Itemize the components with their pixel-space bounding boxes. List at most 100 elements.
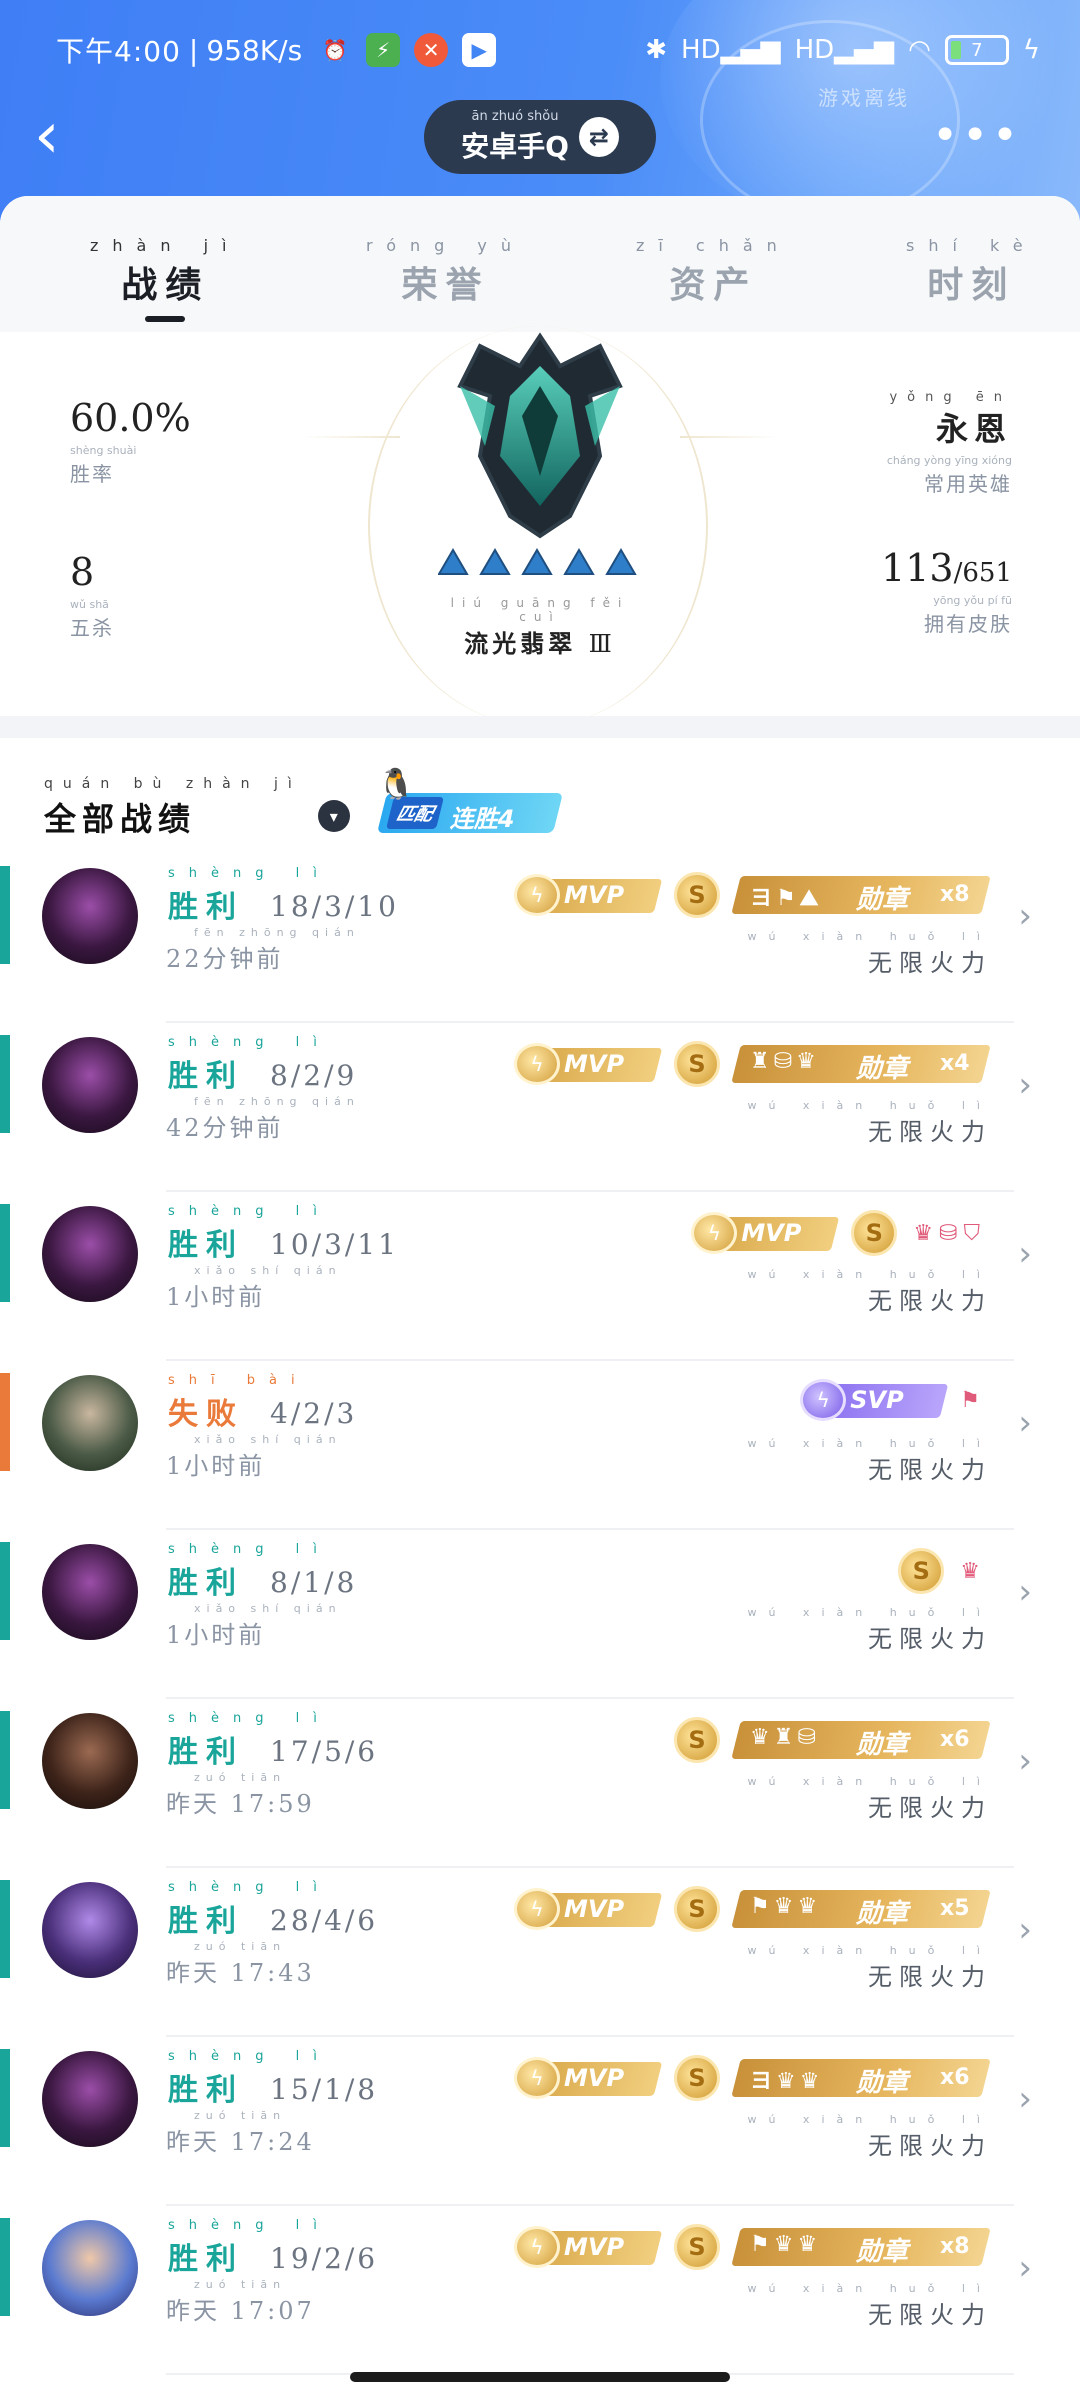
mvp-badge: ϟ MVP xyxy=(514,1888,663,1930)
s-grade-badge: S xyxy=(674,2224,720,2270)
kda: 19/2/6 xyxy=(270,2242,379,2275)
mvp-badge: ϟ MVP xyxy=(514,874,663,916)
match-row[interactable]: shèng lì 胜利 15/1/8 zuó tiān 昨天 17:24 ϟ MV… xyxy=(0,2043,1080,2211)
offline-watermark: 游戏离线 xyxy=(818,86,910,110)
match-row[interactable]: shèng lì 胜利 10/3/11 xiǎo shí qián 1小时前 ϟ… xyxy=(0,1198,1080,1366)
win-streak-badge: 匹配 连胜4 🐧 xyxy=(376,767,563,839)
medal-badge: ヨ♛♛ 勋章 x6 xyxy=(731,2059,991,2098)
tab-records[interactable]: zhàn jì 战绩 xyxy=(90,236,240,322)
chevron-right-icon[interactable]: › xyxy=(1018,896,1032,936)
rank-pip xyxy=(521,548,553,575)
match-badges: ϟ MVP S ヨ⚑⛰ 勋章 x8 xyxy=(514,872,991,918)
chevron-right-icon[interactable]: › xyxy=(1018,1910,1032,1950)
battery-saver-icon: ⚡ xyxy=(366,33,401,67)
lightning-icon: ϟ xyxy=(514,1043,560,1085)
result-accent-bar xyxy=(0,1373,10,1471)
chevron-right-icon[interactable]: › xyxy=(1018,1741,1032,1781)
wifi-icon: ◠ xyxy=(908,35,931,65)
medal-badge: ⚑♛♛ 勋章 x5 xyxy=(731,1890,991,1929)
chevron-right-icon[interactable]: › xyxy=(1018,1065,1032,1105)
rank-pip xyxy=(563,548,595,575)
mvp-badge: ϟ MVP xyxy=(691,1212,840,1254)
favorite-hero-stat[interactable]: yǒng ēn 永恩 cháng yòng yīng xióng 常用英雄 xyxy=(887,386,1012,497)
kda: 28/4/6 xyxy=(270,1904,379,1937)
match-row[interactable]: shèng lì 胜利 17/5/6 zuó tiān 昨天 17:59 S ♛♜… xyxy=(0,1705,1080,1873)
network-speed: 958K/s xyxy=(206,33,303,67)
match-row[interactable]: shèng lì 胜利 8/1/8 xiǎo shí qián 1小时前 S ♛ … xyxy=(0,1536,1080,1704)
battery-icon: 7 xyxy=(944,35,1009,65)
chevron-right-icon[interactable]: › xyxy=(1018,1234,1032,1274)
champion-avatar xyxy=(42,1375,138,1471)
s-grade-badge: S xyxy=(851,1210,898,1256)
medal-icons: ♜⛁♛ xyxy=(750,1049,820,1074)
match-row[interactable]: shèng lì 胜利 19/2/6 zuó tiān 昨天 17:07 ϟ MV… xyxy=(0,2212,1080,2380)
kda: 8/2/9 xyxy=(270,1059,358,1092)
kda: 10/3/11 xyxy=(270,1228,399,1261)
result-accent-bar xyxy=(0,1035,10,1133)
chevron-right-icon[interactable]: › xyxy=(1018,1403,1032,1443)
rank-pips xyxy=(438,548,637,575)
champion-avatar xyxy=(42,1037,138,1133)
chevron-right-icon[interactable]: › xyxy=(1018,2248,1032,2288)
result-accent-bar xyxy=(0,2049,10,2147)
chevron-right-icon[interactable]: › xyxy=(1018,1572,1032,1612)
match-row[interactable]: shèng lì 胜利 8/2/9 fēn zhōng qián 42分钟前 ϟ… xyxy=(0,1029,1080,1197)
account-pinyin: ān zhuó shǒu xyxy=(471,109,559,124)
s-grade-badge: S xyxy=(674,1041,720,1087)
lightning-icon: ϟ xyxy=(514,2226,560,2268)
status-time: 下午4:00 xyxy=(56,35,181,68)
charging-icon: ϟ xyxy=(1022,35,1040,65)
home-indicator[interactable] xyxy=(350,2372,730,2382)
active-tab-indicator xyxy=(145,316,186,322)
row-divider xyxy=(166,1359,1014,1361)
medal-icons: ヨ⚑⛰ xyxy=(750,886,823,911)
rank-name: liú guāng fěi cuì 流光翡翠 Ⅲ xyxy=(450,596,630,658)
champion-avatar xyxy=(42,1713,138,1809)
match-time: fēn zhōng qián 42分钟前 xyxy=(166,1095,360,1142)
lightning-icon: ϟ xyxy=(514,2057,560,2099)
account-switcher[interactable]: ān zhuó shǒu 安卓手Q ⇄ xyxy=(424,100,656,174)
match-row[interactable]: shī bài 失败 4/2/3 xiǎo shí qián 1小时前 ϟ SVP… xyxy=(0,1367,1080,1535)
chevron-right-icon[interactable]: › xyxy=(1018,2079,1032,2119)
lightning-icon: ϟ xyxy=(691,1212,738,1254)
kda: 4/2/3 xyxy=(270,1397,358,1430)
game-mode: wú xiàn huǒ lì 无限火力 xyxy=(747,1775,992,1822)
section-divider xyxy=(0,716,1080,738)
s-grade-badge: S xyxy=(674,2055,720,2101)
rank-pip xyxy=(438,548,469,575)
result-accent-bar xyxy=(0,1711,10,1809)
match-badges: ϟ MVP S ⚑♛♛ 勋章 x5 xyxy=(514,1886,991,1932)
match-badges: S ♛ xyxy=(898,1548,986,1594)
chevron-down-icon[interactable]: ▾ xyxy=(317,800,350,832)
medal-icons: ♛♜⛁ xyxy=(750,1725,820,1750)
hd-signal-icon: HD▂▄▆ xyxy=(681,35,781,65)
result-accent-bar xyxy=(0,866,10,964)
tab-moments[interactable]: shí kè 时刻 xyxy=(906,236,1037,308)
back-button[interactable]: ‹ xyxy=(34,100,94,172)
game-mode: wú xiàn huǒ lì 无限火力 xyxy=(747,1944,992,1991)
status-bar: 下午4:00 | 958K/s ⏰ ⚡ ✕ ▶ ✱ HD▂▄▆ HD▂▄▆ ◠ … xyxy=(56,26,1040,74)
row-divider xyxy=(166,1190,1014,1192)
game-mode: wú xiàn huǒ lì 无限火力 xyxy=(747,2282,992,2329)
match-row[interactable]: shèng lì 胜利 18/3/10 fēn zhōng qián 22分钟前… xyxy=(0,860,1080,1028)
kda: 18/3/10 xyxy=(270,890,399,923)
tab-honors[interactable]: róng yù 荣誉 xyxy=(366,236,525,308)
game-mode: wú xiàn huǒ lì 无限火力 xyxy=(747,930,992,977)
rank-emblem-icon[interactable] xyxy=(440,326,640,546)
row-divider xyxy=(166,1528,1014,1530)
mvp-badge: ϟ MVP xyxy=(514,2057,663,2099)
records-filter[interactable]: quán bù zhàn jì 全部战绩 ▾ 匹配 连胜4 🐧 xyxy=(44,767,563,840)
match-time: fēn zhōng qián 22分钟前 xyxy=(166,926,360,973)
more-options-button[interactable]: ••• xyxy=(932,110,1022,161)
s-grade-badge: S xyxy=(674,872,720,918)
tab-assets[interactable]: zī chǎn 资产 xyxy=(636,236,791,308)
medal-badge: ヨ⚑⛰ 勋章 x8 xyxy=(731,876,991,915)
play-store-icon: ▶ xyxy=(462,33,497,67)
match-row[interactable]: shèng lì 胜利 28/4/6 zuó tiān 昨天 17:43 ϟ MV… xyxy=(0,1874,1080,2042)
match-time: zuó tiān 昨天 17:59 xyxy=(166,1771,315,1818)
result-accent-bar xyxy=(0,1880,10,1978)
tab-bar: zhàn jì 战绩 róng yù 荣誉 zī chǎn 资产 shí kè … xyxy=(0,196,1080,332)
lightning-icon: ϟ xyxy=(514,874,560,916)
skins-stat[interactable]: 113/651 yōng yǒu pí fū 拥有皮肤 xyxy=(881,546,1012,637)
lightning-icon: ϟ xyxy=(514,1888,560,1930)
